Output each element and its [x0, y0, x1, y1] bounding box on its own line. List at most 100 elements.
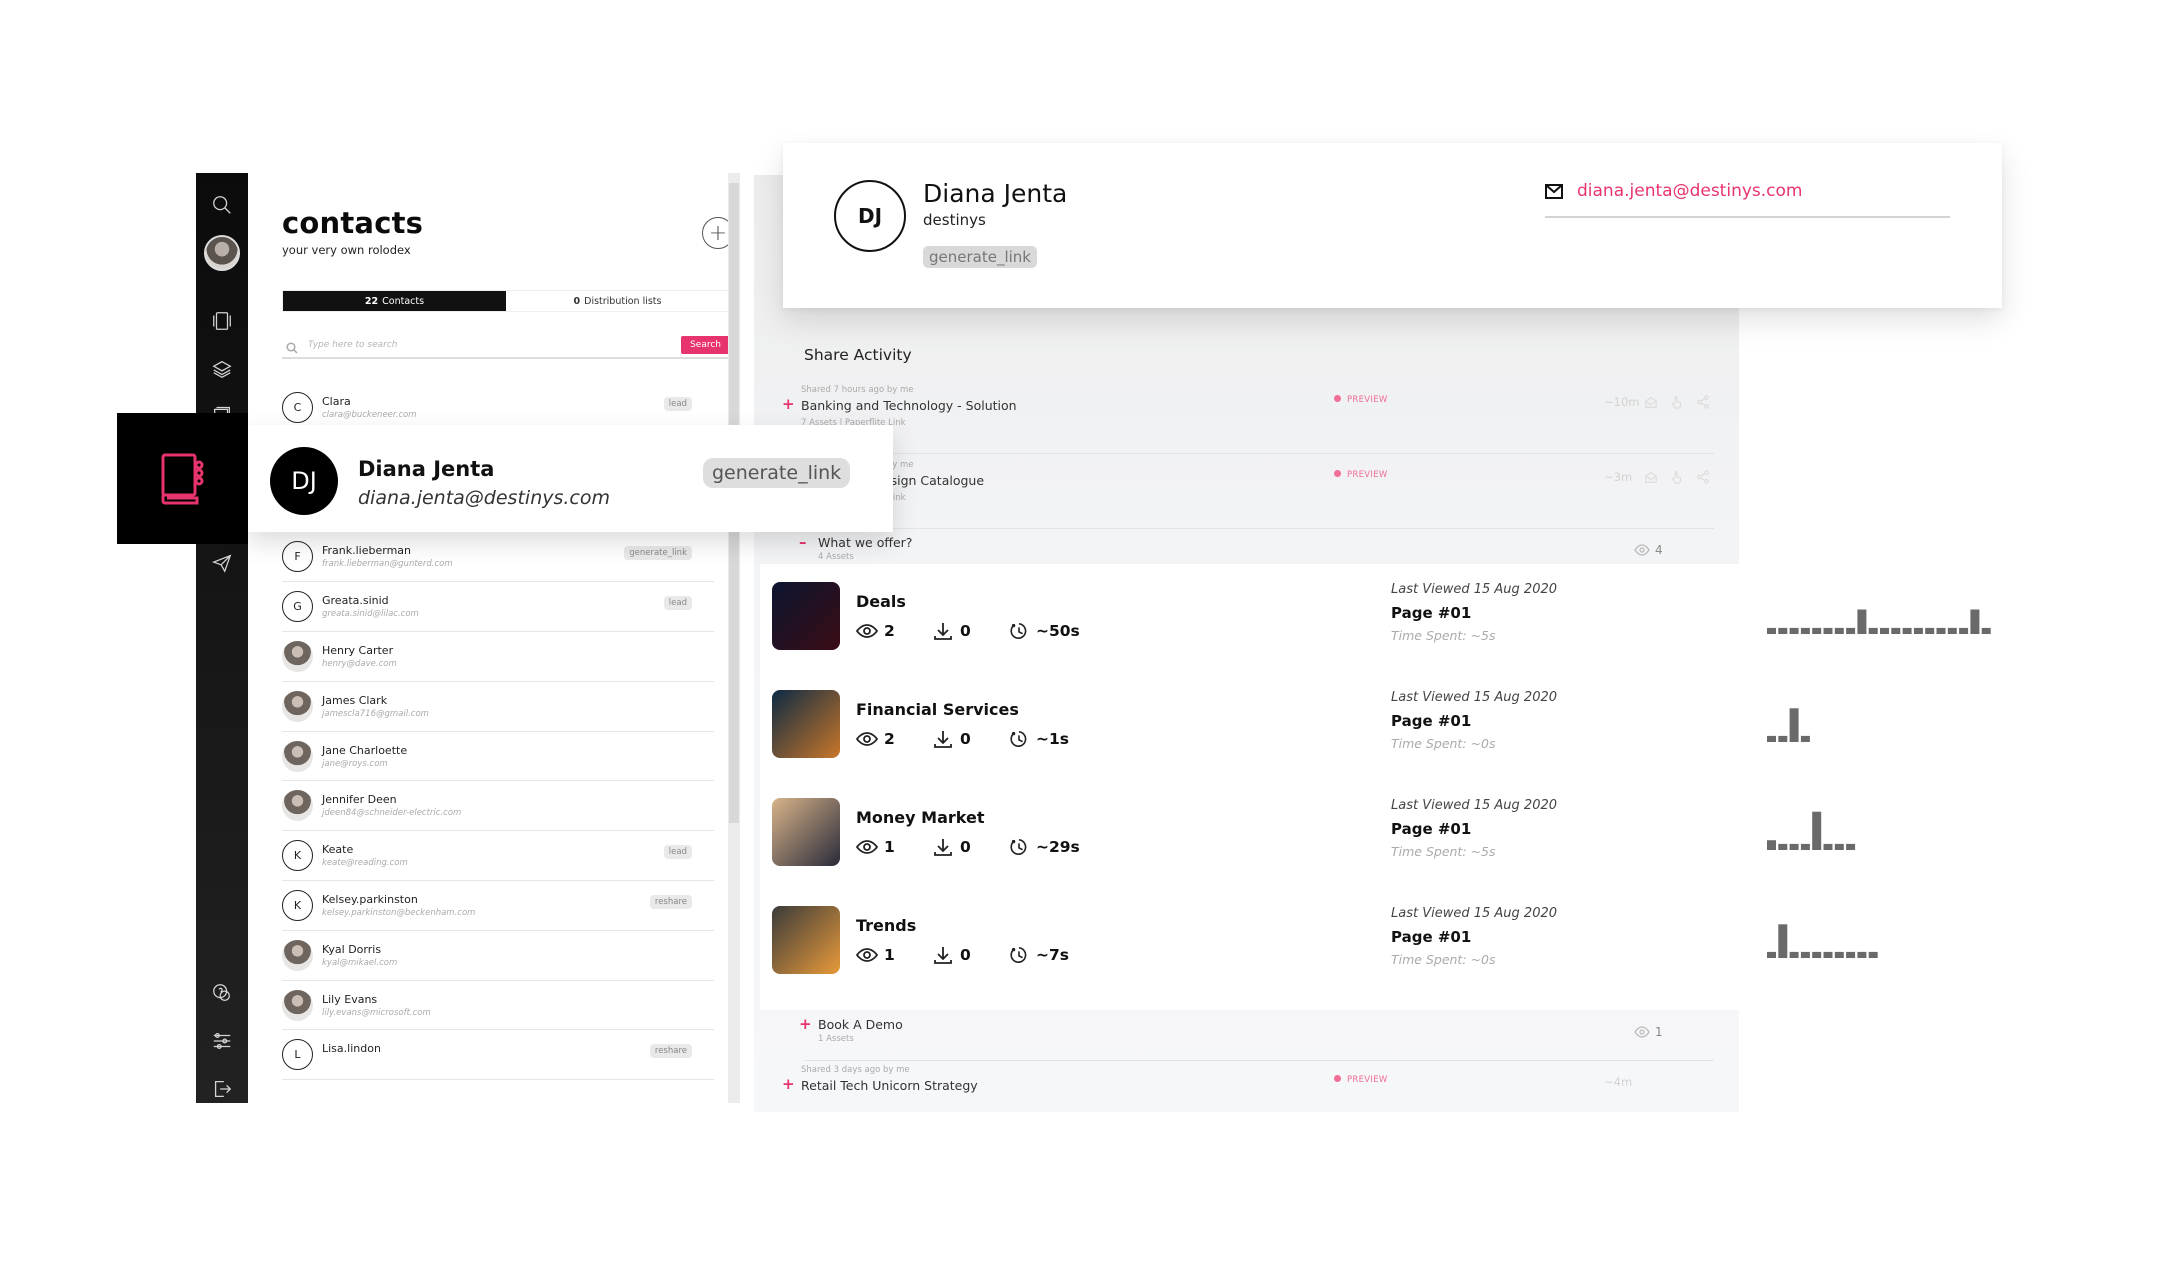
expand-icon[interactable]: +: [782, 395, 795, 413]
view-count-value: 2: [884, 730, 895, 748]
contact-tag[interactable]: lead: [663, 397, 692, 411]
view-count: 2: [856, 622, 932, 640]
profile-name: Diana Jenta: [923, 179, 1068, 208]
view-count-value: 1: [884, 946, 895, 964]
address-book-tile[interactable]: [117, 413, 248, 544]
contact-row[interactable]: Jane Charloette jane@roys.com: [282, 732, 714, 782]
tab-distribution-lists[interactable]: 0 Distribution lists: [506, 291, 729, 311]
user-avatar-button[interactable]: [196, 235, 248, 271]
hand-pointer-icon[interactable]: [1670, 470, 1684, 484]
search-button[interactable]: Search: [681, 336, 730, 354]
share-icon[interactable]: [1696, 395, 1710, 409]
contact-row[interactable]: James Clark jamescla716@gmail.com: [282, 682, 714, 732]
contact-tag[interactable]: generate_link: [624, 546, 692, 561]
contact-tag[interactable]: lead: [663, 596, 692, 611]
contact-row[interactable]: Kyal Dorris kyal@mikael.com: [282, 931, 714, 981]
divider: [804, 528, 1714, 529]
contact-avatar: [282, 740, 313, 772]
help-chat-icon[interactable]: [196, 975, 248, 1011]
contact-row[interactable]: Jennifer Deen jdeen84@schneider-electric.…: [282, 781, 714, 832]
settings-sliders-icon[interactable]: [196, 1023, 248, 1059]
send-icon[interactable]: [196, 545, 248, 581]
search-icon[interactable]: [196, 187, 248, 223]
contact-avatar: [282, 989, 313, 1021]
asset-name[interactable]: Deals: [856, 592, 906, 611]
folder-name[interactable]: Book A Demo: [818, 1017, 903, 1032]
contact-row[interactable]: F Frank.lieberman frank.lieberman@gunterd.…: [282, 532, 714, 583]
time-spent: ~29s: [1008, 838, 1080, 856]
contact-tag[interactable]: reshare: [649, 1044, 692, 1059]
hand-pointer-icon[interactable]: [1670, 395, 1684, 409]
page-time-bar: [1778, 924, 1788, 958]
page-title: contacts: [282, 206, 424, 240]
selected-contact-card[interactable]: DJ Diana Jenta diana.jenta@destinys.com …: [248, 425, 893, 532]
asset-thumbnail[interactable]: [772, 906, 840, 974]
share-name[interactable]: Banking and Technology - Solution: [801, 398, 1017, 413]
contact-name: Lily Evans: [322, 992, 378, 1006]
preview-link[interactable]: PREVIEW: [1334, 470, 1388, 480]
share-name[interactable]: Retail Tech Unicorn Strategy: [801, 1078, 978, 1093]
profile-email[interactable]: diana.jenta@destinys.com: [1545, 181, 1950, 218]
folder-views: 4: [1634, 543, 1663, 557]
preview-link[interactable]: PREVIEW: [1334, 1075, 1388, 1085]
asset-thumbnail[interactable]: [772, 582, 840, 650]
contact-row[interactable]: Henry Carter henry@dave.com: [282, 632, 714, 682]
asset-stats: 1 0 ~29s: [856, 838, 1080, 856]
page-time-bar: [1868, 627, 1878, 634]
asset-name[interactable]: Money Market: [856, 808, 984, 827]
icon-sidebar: [196, 173, 248, 1103]
eye-icon: [1334, 1075, 1341, 1082]
time-spent-value: ~1s: [1036, 730, 1069, 748]
tab-contacts[interactable]: 22 Contacts: [283, 291, 506, 311]
preview-link[interactable]: PREVIEW: [1334, 395, 1388, 405]
time-spent-value: ~50s: [1036, 622, 1080, 640]
contact-tag[interactable]: lead: [663, 845, 692, 860]
download-count-value: 0: [960, 622, 971, 640]
asset-name[interactable]: Financial Services: [856, 700, 1019, 719]
asset-row[interactable]: Financial Services 2 0 ~1s Last Viewed 15 Au…: [760, 672, 2032, 780]
mail-open-icon[interactable]: [1644, 470, 1658, 484]
generate-link-tag[interactable]: generate_link: [703, 458, 851, 488]
download-count: 0: [932, 622, 1008, 640]
page-time-bar: [1823, 843, 1833, 850]
user-avatar[interactable]: [204, 235, 240, 271]
page-label: Page #01: [1391, 604, 1472, 622]
mobile-icon[interactable]: [196, 303, 248, 339]
page-time-bar: [1857, 609, 1867, 634]
share-duration: ~10m: [1604, 395, 1640, 409]
scrollbar[interactable]: [728, 173, 740, 1103]
contact-tag[interactable]: reshare: [649, 894, 692, 909]
contact-avatar: K: [282, 840, 313, 872]
contact-row[interactable]: K Keate keate@reading.com lead: [282, 831, 714, 881]
contact-name: Kyal Dorris: [322, 942, 382, 956]
layers-icon[interactable]: [196, 351, 248, 387]
asset-row[interactable]: Money Market 1 0 ~29s Last Viewed 15 Aug 202…: [760, 780, 2032, 888]
contact-row[interactable]: K Kelsey.parkinston kelsey.parkinston@beck…: [282, 881, 714, 931]
expand-icon[interactable]: +: [799, 1015, 812, 1033]
expand-icon[interactable]: +: [782, 1075, 795, 1093]
contact-row[interactable]: Lily Evans lily.evans@microsoft.com: [282, 981, 714, 1031]
asset-row[interactable]: Trends 1 0 ~7s Last Viewed 15 Aug 2020 Page #…: [760, 888, 2032, 996]
folder-views: 1: [1634, 1025, 1663, 1039]
collapse-icon[interactable]: –: [799, 533, 807, 551]
asset-thumbnail[interactable]: [772, 798, 840, 866]
logout-icon[interactable]: [196, 1071, 248, 1107]
profile-tag[interactable]: generate_link: [923, 246, 1037, 268]
share-icon[interactable]: [1696, 470, 1710, 484]
contact-row[interactable]: G Greata.sinid greata.sinid@lilac.com lead: [282, 582, 714, 632]
asset-row[interactable]: Deals 2 0 ~50s Last Viewed 15 Aug 2020 Page #…: [760, 564, 2032, 672]
page-time-bar: [1778, 735, 1788, 742]
contact-avatar: L: [282, 1039, 313, 1071]
contact-name: Jane Charloette: [322, 743, 408, 757]
folder-name[interactable]: What we offer?: [818, 535, 912, 550]
eye-icon: [856, 948, 878, 962]
contact-row[interactable]: L Lisa.lindon reshare: [282, 1030, 714, 1081]
asset-thumbnail[interactable]: [772, 690, 840, 758]
profile-email-text[interactable]: diana.jenta@destinys.com: [1577, 181, 1802, 201]
page-time-bar: [1789, 951, 1799, 958]
mail-open-icon[interactable]: [1644, 395, 1658, 409]
asset-name[interactable]: Trends: [856, 916, 916, 935]
search-input[interactable]: [308, 340, 682, 350]
page-time-bar: [1846, 627, 1856, 634]
page-time-bar: [1767, 627, 1776, 634]
